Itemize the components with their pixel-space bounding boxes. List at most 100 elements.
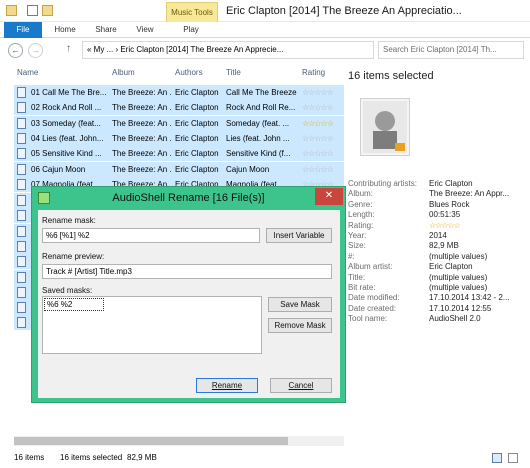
file-album: The Breeze: An ... — [112, 164, 172, 174]
property-value[interactable]: 82,9 MB — [429, 241, 459, 250]
audio-file-icon — [17, 178, 26, 190]
file-row[interactable] — [14, 300, 32, 316]
property-label: Album: — [348, 189, 373, 199]
file-rating[interactable]: ☆☆☆☆☆ — [302, 116, 342, 131]
details-view-icon[interactable] — [492, 453, 502, 463]
window-title: Eric Clapton [2014] The Breeze An Apprec… — [226, 5, 462, 17]
file-row[interactable] — [14, 238, 32, 254]
rename-preview-field: Track # [Artist] Title.mp3 — [42, 264, 332, 279]
save-mask-button[interactable]: Save Mask — [268, 297, 332, 312]
property-value[interactable]: 2014 — [429, 231, 447, 240]
tab-play[interactable]: Play — [178, 22, 204, 38]
file-row[interactable] — [14, 223, 32, 239]
close-icon[interactable]: ✕ — [315, 188, 343, 205]
tab-file[interactable]: File — [4, 22, 42, 38]
column-name[interactable]: Name — [17, 68, 38, 77]
file-row[interactable] — [14, 208, 32, 224]
file-row[interactable]: 05 Sensitive Kind ... The Breeze: An ... E… — [14, 146, 344, 162]
audio-file-icon — [17, 302, 26, 314]
property-value[interactable]: (multiple values) — [429, 252, 487, 261]
property-value[interactable]: 00:51:35 — [429, 210, 460, 219]
tab-home[interactable]: Home — [50, 22, 80, 38]
file-row[interactable] — [14, 193, 32, 208]
property-label: Contributing artists: — [348, 179, 417, 188]
selected-count: 16 items selected — [60, 453, 123, 462]
property-label: Length: — [348, 210, 375, 220]
file-author: Eric Clapton — [175, 133, 219, 143]
audio-file-icon — [17, 210, 26, 222]
file-row[interactable]: 04 Lies (feat. John... The Breeze: An ...… — [14, 130, 344, 146]
rename-preview-label: Rename preview: — [42, 252, 105, 261]
rename-button-label: Rename — [211, 381, 243, 390]
file-author: Eric Clapton — [175, 164, 219, 174]
navigation-bar: ← → ↑ « My ... › Eric Clapton [2014] The… — [0, 39, 530, 61]
audio-file-icon — [17, 240, 26, 252]
remove-mask-button[interactable]: Remove Mask — [268, 318, 332, 333]
file-row[interactable] — [14, 315, 32, 331]
property-value[interactable]: AudioShell 2.0 — [429, 314, 481, 323]
forward-button[interactable]: → — [28, 43, 43, 58]
ribbon-tabs: File Home Share View Play — [0, 22, 530, 38]
file-rating[interactable]: ☆☆☆☆☆ — [302, 85, 342, 100]
file-row[interactable]: 02 Rock And Roll ... The Breeze: An ... Er… — [14, 100, 344, 116]
audio-file-icon — [17, 132, 26, 144]
search-input[interactable]: Search Eric Clapton [2014] Th... — [378, 41, 524, 59]
address-bar[interactable]: « My ... › Eric Clapton [2014] The Breez… — [82, 41, 374, 59]
status-bar: 16 items 16 items selected 82,9 MB — [0, 448, 530, 468]
tab-view[interactable]: View — [132, 22, 158, 38]
insert-variable-button[interactable]: Insert Variable — [266, 228, 332, 243]
property-value[interactable]: (multiple values) — [429, 283, 487, 292]
property-value[interactable]: The Breeze: An Appr... — [429, 189, 509, 198]
file-album: The Breeze: An ... — [112, 88, 172, 97]
property-value[interactable]: (multiple values) — [429, 273, 487, 282]
properties-icon[interactable] — [27, 5, 38, 16]
audio-file-icon — [17, 286, 26, 298]
file-row[interactable] — [14, 269, 32, 285]
file-rating[interactable]: ☆☆☆☆☆ — [302, 131, 342, 146]
dialog-title: AudioShell Rename [16 File(s)] — [112, 192, 265, 204]
file-row[interactable]: 03 Someday (feat... The Breeze: An ... Eri… — [14, 115, 344, 131]
audio-file-icon — [17, 225, 26, 237]
up-button[interactable]: ↑ — [66, 43, 71, 54]
property-value[interactable]: Blues Rock — [429, 200, 469, 209]
column-rating[interactable]: Rating — [302, 68, 325, 77]
property-label: Size: — [348, 241, 366, 251]
property-value[interactable]: 17.10.2014 13:42 - 2... — [429, 293, 510, 302]
column-album[interactable]: Album — [112, 68, 135, 77]
large-icons-view-icon[interactable] — [508, 453, 518, 463]
property-value[interactable]: Eric Clapton — [429, 262, 473, 271]
file-row[interactable] — [14, 284, 32, 300]
property-label: Album artist: — [348, 262, 393, 272]
file-rating[interactable]: ☆☆☆☆☆ — [302, 100, 342, 115]
column-title[interactable]: Title — [226, 68, 241, 77]
file-rating[interactable]: ☆☆☆☆☆ — [302, 146, 342, 161]
folder-icon[interactable] — [6, 5, 17, 16]
file-row[interactable]: 06 Cajun Moon The Breeze: An ... Eric Clap… — [14, 161, 344, 177]
saved-mask-item[interactable]: %6 %2 — [44, 298, 104, 311]
cancel-button-label: Cancel — [288, 381, 314, 390]
file-album: The Breeze: An ... — [112, 103, 172, 113]
file-author: Eric Clapton — [175, 118, 219, 128]
music-tools-context-tab[interactable]: Music Tools — [166, 2, 218, 22]
album-art — [360, 98, 410, 156]
property-value[interactable]: ☆☆☆☆☆ — [429, 221, 461, 230]
audio-file-icon — [17, 317, 26, 329]
scrollbar-thumb[interactable] — [14, 437, 288, 445]
file-rating[interactable]: ☆☆☆☆☆ — [302, 162, 342, 177]
property-value[interactable]: 17.10.2014 12:55 — [429, 304, 491, 313]
column-authors[interactable]: Authors — [175, 68, 203, 77]
property-value[interactable]: Eric Clapton — [429, 179, 473, 188]
dialog-body: Rename mask: %6 [%1] %2 Insert Variable … — [38, 210, 340, 398]
saved-masks-list[interactable]: %6 %2 — [42, 296, 262, 354]
file-name: 05 Sensitive Kind ... — [31, 149, 102, 159]
property-label: #: — [348, 251, 355, 261]
new-folder-icon[interactable] — [42, 5, 53, 16]
rename-button[interactable]: Rename — [196, 378, 258, 393]
file-row[interactable]: 01 Call Me The Bre... The Breeze: An ... E… — [14, 85, 344, 100]
back-button[interactable]: ← — [8, 43, 23, 58]
file-row[interactable] — [14, 254, 32, 270]
rename-mask-input[interactable]: %6 [%1] %2 — [42, 228, 260, 243]
tab-share[interactable]: Share — [92, 22, 120, 38]
details-pane: 16 items selected Contributing artists: E… — [348, 64, 530, 436]
cancel-button[interactable]: Cancel — [270, 378, 332, 393]
